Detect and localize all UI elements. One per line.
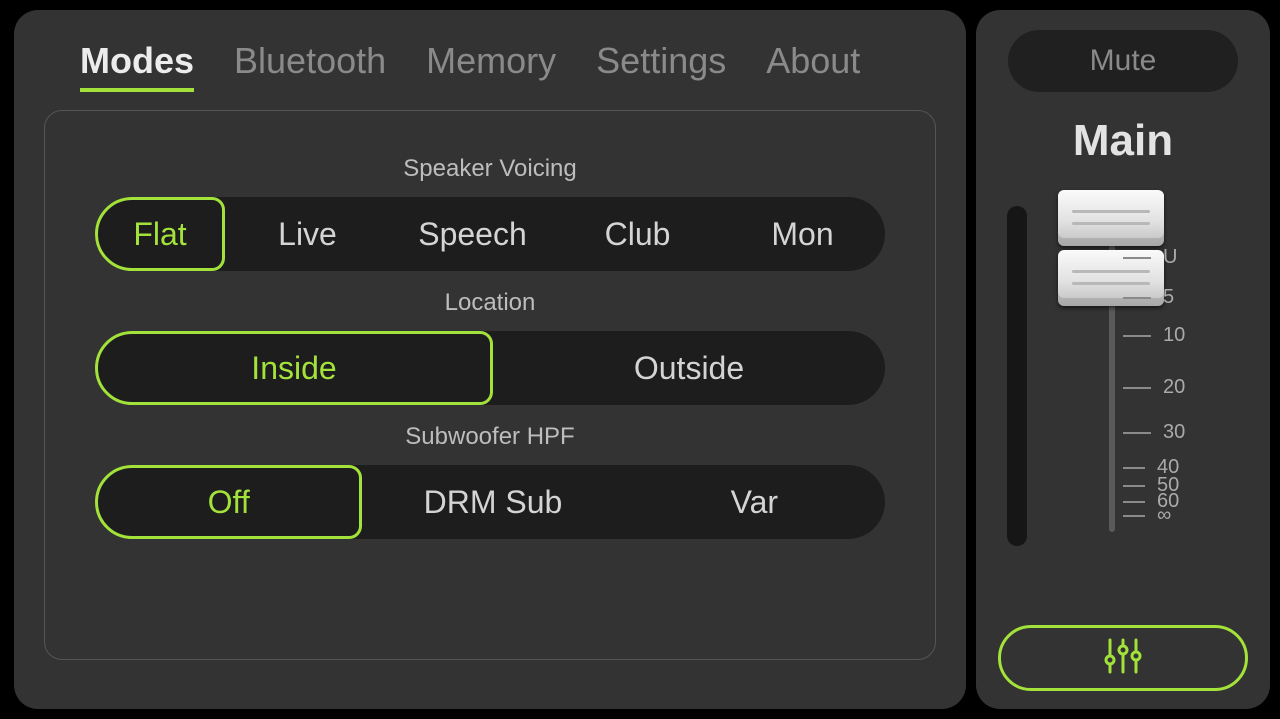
- tab-memory[interactable]: Memory: [426, 40, 556, 92]
- location-segmented: Inside Outside: [95, 331, 885, 405]
- hpf-section: Subwoofer HPF Off DRM Sub Var: [95, 423, 885, 539]
- hpf-option-drmsub[interactable]: DRM Sub: [362, 465, 623, 539]
- sliders-icon: [1100, 636, 1146, 681]
- location-option-inside[interactable]: Inside: [95, 331, 493, 405]
- voicing-section: Speaker Voicing Flat Live Speech Club Mo…: [95, 155, 885, 271]
- scale-label: 10: [1163, 324, 1185, 347]
- voicing-option-mon[interactable]: Mon: [720, 197, 885, 271]
- tab-bar: Modes Bluetooth Memory Settings About: [44, 40, 936, 110]
- hpf-option-var[interactable]: Var: [624, 465, 885, 539]
- modes-content: Speaker Voicing Flat Live Speech Club Mo…: [44, 110, 936, 660]
- location-title: Location: [95, 289, 885, 317]
- fader-scale: U 5 10 20 30 40 50 60 ∞: [1123, 246, 1253, 536]
- location-section: Location Inside Outside: [95, 289, 885, 405]
- location-option-outside[interactable]: Outside: [493, 331, 885, 405]
- voicing-option-club[interactable]: Club: [555, 197, 720, 271]
- hpf-option-off[interactable]: Off: [95, 465, 362, 539]
- tab-modes[interactable]: Modes: [80, 40, 194, 92]
- voicing-option-speech[interactable]: Speech: [390, 197, 555, 271]
- mute-button[interactable]: Mute: [1008, 30, 1238, 92]
- main-panel: Modes Bluetooth Memory Settings About Sp…: [14, 10, 966, 709]
- tab-bluetooth[interactable]: Bluetooth: [234, 40, 386, 92]
- voicing-segmented: Flat Live Speech Club Mon: [95, 197, 885, 271]
- level-meter: [1007, 206, 1027, 546]
- voicing-option-flat[interactable]: Flat: [95, 197, 225, 271]
- side-panel: Mute Main U 5 10 20 30 40 50 60 ∞: [976, 10, 1270, 709]
- fader-area: U 5 10 20 30 40 50 60 ∞: [993, 182, 1253, 552]
- main-channel-label: Main: [1073, 116, 1173, 166]
- hpf-title: Subwoofer HPF: [95, 423, 885, 451]
- voicing-option-live[interactable]: Live: [225, 197, 390, 271]
- fader-handle[interactable]: [1058, 190, 1164, 246]
- scale-label: U: [1163, 246, 1177, 269]
- scale-label: 5: [1163, 286, 1174, 309]
- voicing-title: Speaker Voicing: [95, 155, 885, 183]
- tab-about[interactable]: About: [766, 40, 860, 92]
- scale-label: ∞: [1157, 504, 1171, 527]
- eq-button[interactable]: [998, 625, 1248, 691]
- tab-settings[interactable]: Settings: [596, 40, 726, 92]
- scale-label: 20: [1163, 376, 1185, 399]
- hpf-segmented: Off DRM Sub Var: [95, 465, 885, 539]
- scale-label: 30: [1163, 421, 1185, 444]
- screen: Modes Bluetooth Memory Settings About Sp…: [0, 0, 1280, 719]
